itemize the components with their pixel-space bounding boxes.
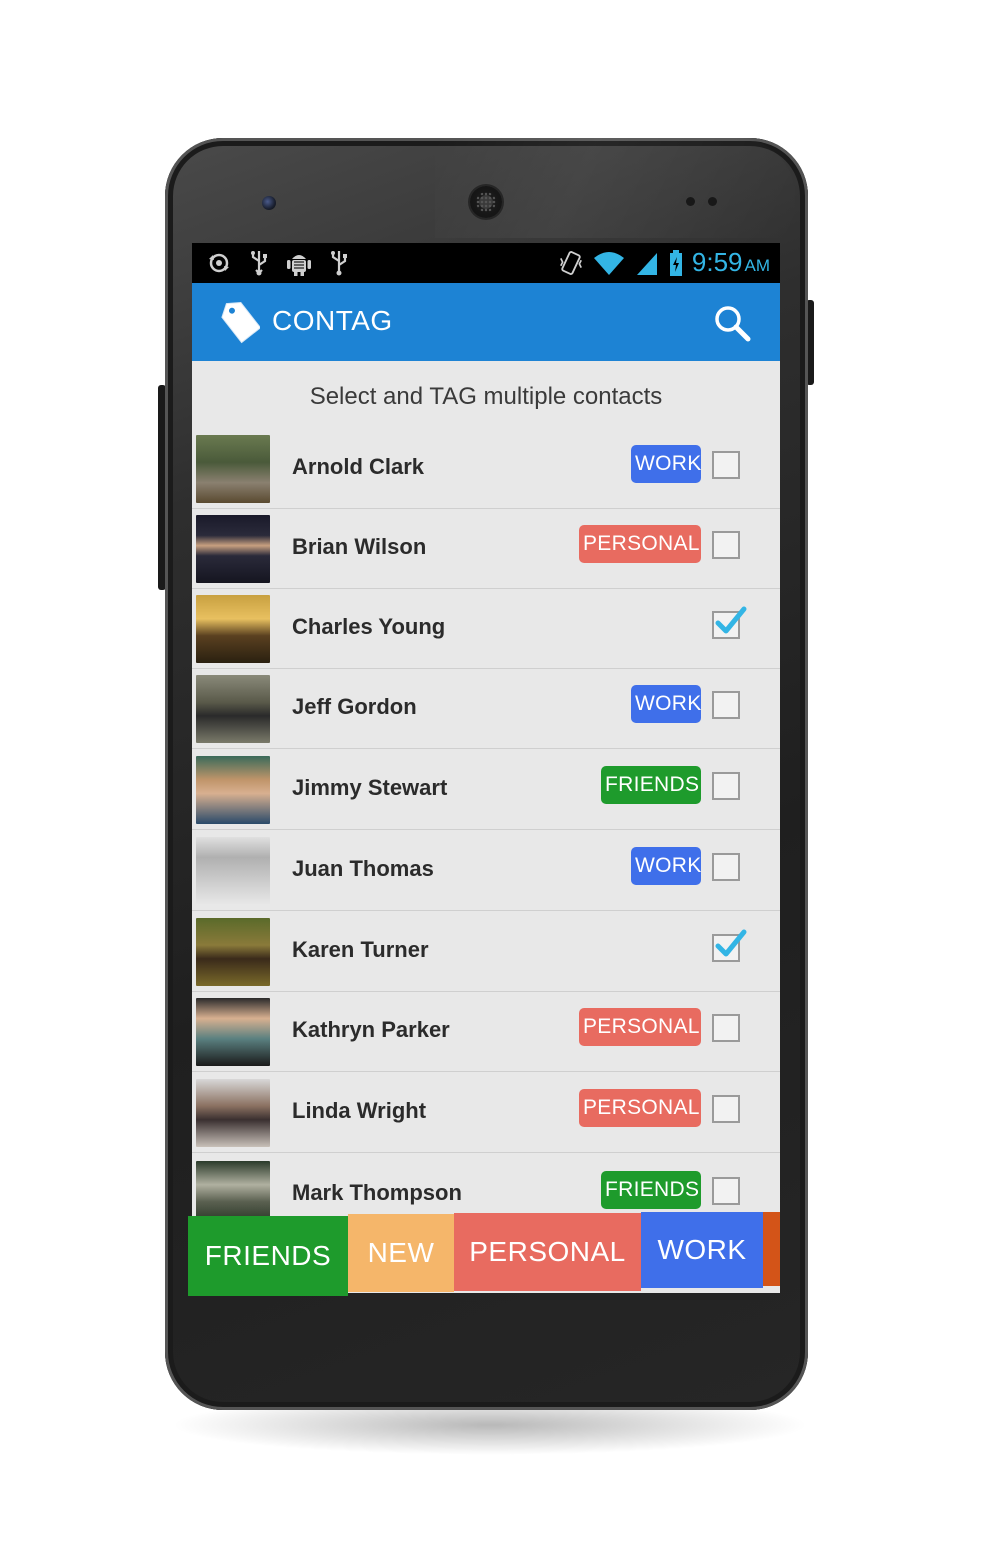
usb-icon <box>326 248 352 278</box>
select-checkbox[interactable] <box>712 451 740 479</box>
select-checkbox[interactable] <box>712 853 740 881</box>
select-checkbox[interactable] <box>712 772 740 800</box>
select-checkbox[interactable] <box>712 1014 740 1042</box>
screen: 9:59 AM CONTAG Select and TAG multiple co… <box>192 243 780 1293</box>
battery-icon <box>668 248 684 278</box>
contact-name: Arnold Clark <box>292 454 425 479</box>
contact-name: Charles Young <box>292 614 446 639</box>
action-bar: CONTAG <box>192 283 780 361</box>
front-camera <box>262 196 276 210</box>
select-checkbox[interactable] <box>712 1177 740 1205</box>
contact-avatar <box>196 1079 270 1147</box>
contact-row[interactable]: Kathryn Parker PERSONAL <box>192 992 780 1072</box>
contact-avatar <box>196 998 270 1066</box>
android-debug-icon <box>286 248 312 278</box>
contact-name: Brian Wilson <box>292 534 427 559</box>
contact-row[interactable]: Juan Thomas WORK <box>192 831 780 911</box>
select-checkbox[interactable] <box>712 606 747 639</box>
tag-bar: FRIENDS NEW PERSONAL WORK <box>188 1212 780 1296</box>
tag-badge-personal[interactable]: PERSONAL <box>579 1008 701 1046</box>
tag-badge-personal[interactable]: PERSONAL <box>579 525 701 563</box>
contact-avatar <box>196 675 270 743</box>
signal-icon <box>634 248 660 278</box>
app-title: CONTAG <box>272 305 393 336</box>
tag-filter-more[interactable] <box>763 1212 780 1286</box>
sync-icon <box>206 248 232 278</box>
contact-avatar <box>196 435 270 503</box>
contact-row[interactable]: Linda Wright PERSONAL <box>192 1073 780 1153</box>
contact-name: Mark Thompson <box>292 1180 462 1205</box>
tag-badge-friends[interactable]: FRIENDS <box>601 766 701 804</box>
contact-avatar <box>196 595 270 663</box>
usb-icon <box>246 248 272 278</box>
tag-badge-work[interactable]: WORK <box>631 685 701 723</box>
system-icons: 9:59 AM <box>558 247 770 278</box>
checkmark-icon <box>715 929 747 957</box>
contact-avatar <box>196 918 270 986</box>
tag-filter-friends[interactable]: FRIENDS <box>188 1216 348 1296</box>
select-checkbox[interactable] <box>712 1095 740 1123</box>
checkmark-icon <box>715 606 747 634</box>
select-checkbox[interactable] <box>712 691 740 719</box>
tag-icon[interactable] <box>214 297 262 347</box>
instruction-text: Select and TAG multiple contacts <box>309 383 663 410</box>
tag-badge-personal[interactable]: PERSONAL <box>579 1089 701 1127</box>
contact-row[interactable]: Jimmy Stewart FRIENDS <box>192 750 780 830</box>
vibrate-icon <box>558 248 584 278</box>
tag-filter-new[interactable]: NEW <box>348 1214 454 1292</box>
contact-row[interactable]: Brian Wilson PERSONAL <box>192 509 780 589</box>
contact-row[interactable]: Charles Young <box>192 589 780 669</box>
contact-name: Jimmy Stewart <box>292 775 448 800</box>
contact-name: Jeff Gordon <box>292 694 417 719</box>
contact-name: Karen Turner <box>292 937 429 962</box>
contact-avatar <box>196 756 270 824</box>
clock: 9:59 AM <box>691 247 770 277</box>
select-checkbox[interactable] <box>712 929 747 962</box>
earpiece-speaker <box>470 186 502 218</box>
tag-filter-personal[interactable]: PERSONAL <box>454 1213 641 1291</box>
tag-badge-work[interactable]: WORK <box>631 445 701 483</box>
contact-row[interactable]: Arnold Clark WORK <box>192 429 780 509</box>
contact-name: Juan Thomas <box>292 856 434 881</box>
select-checkbox[interactable] <box>712 531 740 559</box>
wifi-icon <box>592 248 626 278</box>
contact-row[interactable]: Karen Turner <box>192 912 780 992</box>
search-icon[interactable] <box>712 303 754 345</box>
contact-row[interactable]: Jeff Gordon WORK <box>192 669 780 749</box>
contact-name: Linda Wright <box>292 1098 427 1123</box>
contact-avatar <box>196 515 270 583</box>
proximity-sensor <box>686 197 695 206</box>
tag-badge-work[interactable]: WORK <box>631 847 701 885</box>
contact-name: Kathryn Parker <box>292 1017 450 1042</box>
tag-filter-work[interactable]: WORK <box>641 1212 763 1288</box>
status-bar: 9:59 AM <box>192 243 780 283</box>
contact-avatar <box>196 837 270 905</box>
tag-badge-friends[interactable]: FRIENDS <box>601 1171 701 1209</box>
notification-icons <box>206 248 352 278</box>
light-sensor <box>708 197 717 206</box>
